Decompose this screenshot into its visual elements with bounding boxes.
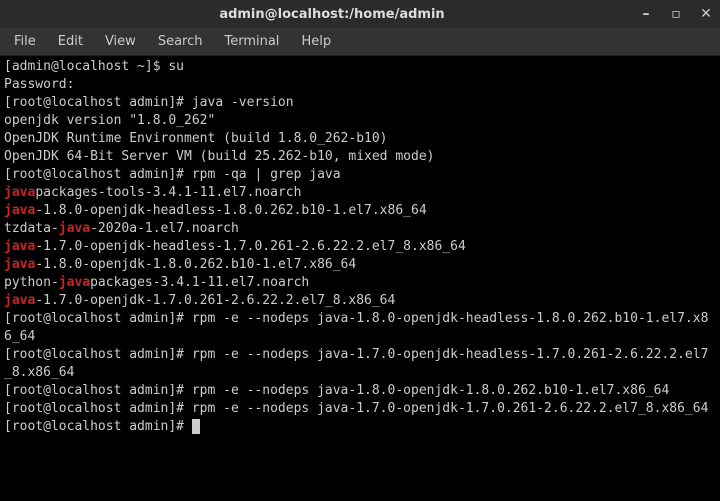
maximize-button[interactable]: ▫ [668,7,684,21]
grep-highlight: java [4,257,35,272]
terminal-text: packages-3.4.1-11.el7.noarch [90,275,309,290]
menu-bar: File Edit View Search Terminal Help [0,28,720,56]
terminal-line: [root@localhost admin]# rpm -e --nodeps … [4,401,708,416]
window-titlebar: admin@localhost:/home/admin – ▫ ✕ [0,0,720,28]
terminal-line: [root@localhost admin]# rpm -e --nodeps … [4,383,669,398]
menu-terminal[interactable]: Terminal [214,30,289,53]
window-controls: – ▫ ✕ [638,7,714,21]
menu-search[interactable]: Search [148,30,213,53]
menu-view[interactable]: View [95,30,146,53]
terminal-text: -2020a-1.el7.noarch [90,221,239,236]
grep-highlight: java [59,221,90,236]
terminal-text: tzdata- [4,221,59,236]
terminal-line: [root@localhost admin]# rpm -qa | grep j… [4,167,341,182]
terminal-line: [root@localhost admin]# rpm -e --nodeps … [4,311,708,344]
grep-highlight: java [4,203,35,218]
grep-highlight: java [4,239,35,254]
terminal-prompt: [root@localhost admin]# [4,419,192,434]
terminal-line: openjdk version "1.8.0_262" [4,113,215,128]
window-title: admin@localhost:/home/admin [26,7,638,22]
terminal-output[interactable]: [admin@localhost ~]$ su Password: [root@… [0,56,720,501]
terminal-line: Password: [4,77,74,92]
terminal-line: OpenJDK 64-Bit Server VM (build 25.262-b… [4,149,434,164]
minimize-button[interactable]: – [638,7,654,21]
menu-edit[interactable]: Edit [48,30,93,53]
grep-highlight: java [59,275,90,290]
terminal-text: packages-tools-3.4.1-11.el7.noarch [35,185,301,200]
terminal-text: -1.8.0-openjdk-headless-1.8.0.262.b10-1.… [35,203,426,218]
grep-highlight: java [4,185,35,200]
terminal-text: -1.7.0-openjdk-1.7.0.261-2.6.22.2.el7_8.… [35,293,395,308]
terminal-cursor [192,419,200,434]
terminal-line: [admin@localhost ~]$ su [4,59,184,74]
terminal-line: [root@localhost admin]# java -version [4,95,294,110]
terminal-text: python- [4,275,59,290]
grep-highlight: java [4,293,35,308]
terminal-line: [root@localhost admin]# rpm -e --nodeps … [4,347,708,380]
menu-help[interactable]: Help [291,30,341,53]
menu-file[interactable]: File [4,30,46,53]
terminal-text: -1.7.0-openjdk-headless-1.7.0.261-2.6.22… [35,239,465,254]
terminal-text: -1.8.0-openjdk-1.8.0.262.b10-1.el7.x86_6… [35,257,356,272]
terminal-line: OpenJDK Runtime Environment (build 1.8.0… [4,131,388,146]
close-button[interactable]: ✕ [698,7,714,21]
